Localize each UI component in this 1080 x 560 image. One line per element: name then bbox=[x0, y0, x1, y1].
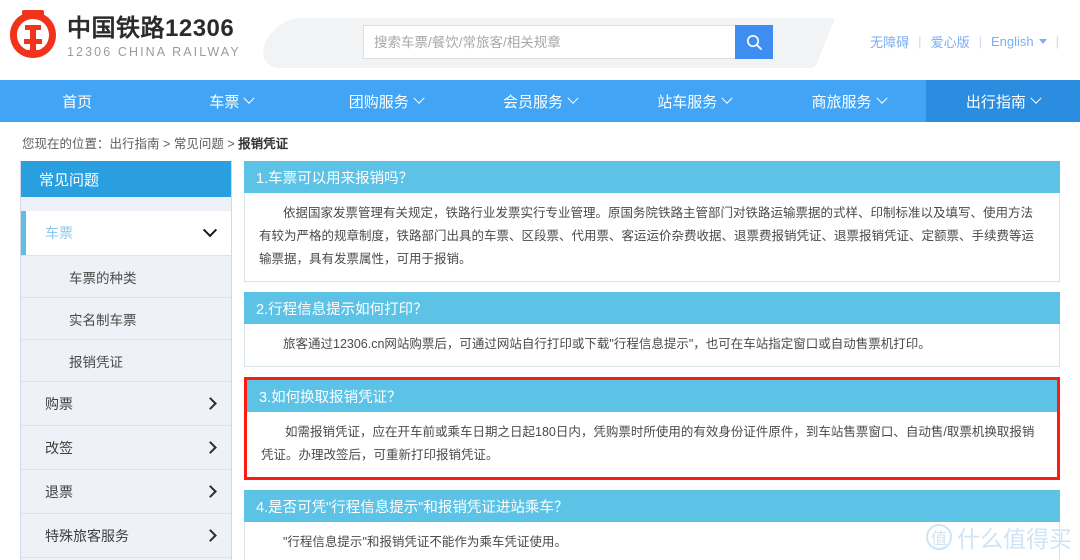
chevron-down-icon bbox=[1030, 92, 1042, 104]
chevron-down-icon bbox=[243, 92, 256, 104]
faq-card-highlighted: 3.如何换取报销凭证？ 如需报销凭证，应在开车前或乘车日期之日起180日内，凭购票… bbox=[244, 377, 1060, 480]
chevron-right-icon bbox=[204, 441, 217, 454]
sidebar-subitem-0-1[interactable]: 实名制车票 bbox=[21, 297, 231, 339]
china-railway-logo-icon bbox=[10, 10, 56, 58]
faq-list: 1.车票可以用来报销吗？ 依据国家发票管理有关规定，铁路行业发票实行专业管理。原国… bbox=[244, 161, 1060, 560]
sidebar-subitem-label: 实名制车票 bbox=[69, 312, 137, 328]
breadcrumb-separator-1: > bbox=[163, 137, 171, 151]
sidebar-group-label: 购票 bbox=[45, 395, 73, 412]
nav-item-5[interactable]: 商旅服务 bbox=[771, 80, 925, 122]
chevron-right-icon bbox=[204, 485, 217, 498]
faq-question[interactable]: 4.是否可凭"行程信息提示"和报销凭证进站乘车？ bbox=[244, 490, 1060, 522]
nav-item-label: 首页 bbox=[62, 93, 93, 111]
sidebar-spacer bbox=[21, 197, 231, 211]
faq-card: 4.是否可凭"行程信息提示"和报销凭证进站乘车？ "行程信息提示"和报销凭证不能作… bbox=[244, 490, 1060, 560]
nav-item-label: 车票 bbox=[209, 93, 240, 111]
nav-item-3[interactable]: 会员服务 bbox=[463, 80, 617, 122]
sidebar-group-label: 特殊旅客服务 bbox=[45, 527, 129, 544]
chevron-down-icon bbox=[413, 92, 425, 104]
link-separator-2: | bbox=[978, 34, 982, 49]
faq-sidebar: 常见问题 车票车票的种类实名制车票报销凭证购票改签退票特殊旅客服务 bbox=[20, 161, 232, 560]
faq-answer: 旅客通过12306.cn网站购票后，可通过网站自行打印或下载"行程信息提示"，也… bbox=[244, 324, 1060, 367]
search-icon bbox=[746, 34, 762, 50]
nav-item-4[interactable]: 站车服务 bbox=[617, 80, 771, 122]
chevron-down-icon bbox=[875, 92, 888, 104]
page-root: 中国铁路12306 12306 CHINA RAILWAY 无障碍 | 爱心版 … bbox=[0, 0, 1080, 560]
site-logo[interactable]: 中国铁路12306 12306 CHINA RAILWAY bbox=[8, 10, 241, 64]
breadcrumb-item-guide[interactable]: 出行指南 bbox=[110, 137, 160, 151]
breadcrumb: 您现在的位置：出行指南 > 常见问题 > 报销凭证 bbox=[0, 122, 1080, 161]
logo-title-cn: 中国铁路12306 bbox=[67, 14, 235, 42]
chevron-right-icon bbox=[204, 397, 217, 410]
sidebar-group-2[interactable]: 改签 bbox=[21, 425, 231, 469]
sidebar-title: 常见问题 bbox=[21, 161, 231, 197]
chevron-down-icon[interactable] bbox=[1038, 39, 1047, 44]
sidebar-group-0[interactable]: 车票 bbox=[21, 211, 231, 255]
accessibility-link[interactable]: 无障碍 bbox=[870, 32, 909, 51]
nav-item-label: 站车服务 bbox=[657, 93, 718, 111]
nav-item-label: 商旅服务 bbox=[811, 93, 872, 111]
faq-answer: "行程信息提示"和报销凭证不能作为乘车凭证使用。 bbox=[244, 522, 1060, 560]
sidebar-subitem-0-2[interactable]: 报销凭证 bbox=[21, 339, 231, 381]
header-utility-links: 无障碍 | 爱心版 | English | bbox=[870, 32, 1068, 51]
sidebar-subitem-0-0[interactable]: 车票的种类 bbox=[21, 255, 231, 297]
nav-item-1[interactable]: 车票 bbox=[154, 80, 308, 122]
faq-answer: 依据国家发票管理有关规定，铁路行业发票实行专业管理。原国务院铁路主管部门对铁路运… bbox=[244, 193, 1060, 282]
sidebar-group-label: 改签 bbox=[45, 439, 73, 456]
nav-item-label: 团购服务 bbox=[348, 93, 409, 111]
sidebar-group-4[interactable]: 特殊旅客服务 bbox=[21, 513, 231, 557]
sidebar-group-3[interactable]: 退票 bbox=[21, 469, 231, 513]
language-link[interactable]: English bbox=[991, 34, 1034, 49]
link-separator-3: | bbox=[1055, 34, 1059, 49]
faq-question[interactable]: 1.车票可以用来报销吗？ bbox=[244, 161, 1060, 193]
nav-item-label: 出行指南 bbox=[965, 93, 1026, 111]
breadcrumb-current: 报销凭证 bbox=[238, 137, 289, 151]
faq-answer: 如需报销凭证，应在开车前或乘车日期之日起180日内，凭购票时所使用的有效身份证件… bbox=[247, 412, 1057, 477]
breadcrumb-prefix: 您现在的位置： bbox=[22, 137, 110, 151]
logo-title-en: 12306 CHINA RAILWAY bbox=[67, 44, 241, 59]
nav-item-0[interactable]: 首页 bbox=[0, 80, 154, 122]
breadcrumb-separator-2: > bbox=[227, 137, 235, 151]
search-button[interactable] bbox=[735, 25, 773, 59]
site-header: 中国铁路12306 12306 CHINA RAILWAY 无障碍 | 爱心版 … bbox=[0, 0, 1080, 80]
faq-card: 2.行程信息提示如何打印？ 旅客通过12306.cn网站购票后，可通过网站自行打印… bbox=[244, 292, 1060, 367]
nav-item-2[interactable]: 团购服务 bbox=[309, 80, 463, 122]
search-input[interactable] bbox=[363, 25, 735, 59]
sidebar-group-label: 退票 bbox=[45, 483, 73, 500]
faq-question[interactable]: 2.行程信息提示如何打印？ bbox=[244, 292, 1060, 324]
nav-item-6[interactable]: 出行指南 bbox=[925, 80, 1080, 122]
sidebar-group-label: 车票 bbox=[45, 225, 73, 241]
sidebar-group-1[interactable]: 购票 bbox=[21, 381, 231, 425]
sidebar-subitem-label: 车票的种类 bbox=[69, 270, 137, 286]
chevron-down-icon bbox=[202, 223, 218, 238]
chevron-right-icon bbox=[204, 529, 217, 542]
faq-card: 1.车票可以用来报销吗？ 依据国家发票管理有关规定，铁路行业发票实行专业管理。原国… bbox=[244, 161, 1060, 282]
content-area: 常见问题 车票车票的种类实名制车票报销凭证购票改签退票特殊旅客服务 1.车票可以… bbox=[0, 161, 1080, 560]
sidebar-menu: 车票车票的种类实名制车票报销凭证购票改签退票特殊旅客服务 bbox=[21, 211, 231, 557]
chevron-down-icon bbox=[567, 92, 579, 104]
chevron-down-icon bbox=[721, 92, 733, 104]
search-box bbox=[363, 25, 773, 59]
link-separator-1: | bbox=[918, 34, 922, 49]
faq-question[interactable]: 3.如何换取报销凭证？ bbox=[247, 380, 1057, 412]
breadcrumb-item-faq[interactable]: 常见问题 bbox=[174, 137, 224, 151]
nav-item-label: 会员服务 bbox=[502, 93, 563, 111]
sidebar-subitem-label: 报销凭证 bbox=[69, 354, 123, 370]
care-version-link[interactable]: 爱心版 bbox=[931, 32, 970, 51]
main-navigation: 首页 车票 团购服务 会员服务 站车服务 商旅服务 出行指南 bbox=[0, 80, 1080, 122]
